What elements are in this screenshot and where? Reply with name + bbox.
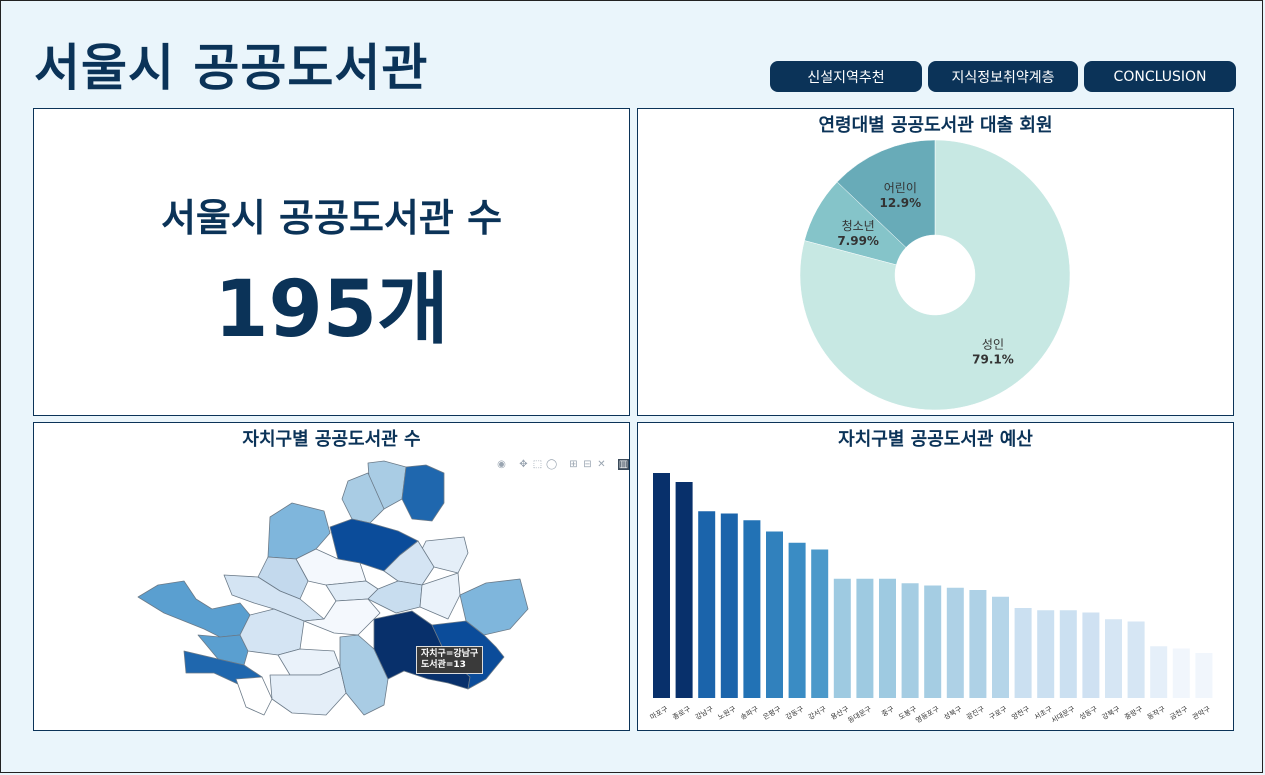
bar-11[interactable] <box>901 583 919 698</box>
bar-category-label-20: 강북구 <box>1100 704 1122 722</box>
conclusion-button[interactable]: CONCLUSION <box>1084 61 1236 92</box>
pie-percent-1: 7.99% <box>837 234 879 248</box>
bar-7[interactable] <box>811 549 829 699</box>
bar-category-label-7: 강서구 <box>806 704 828 722</box>
bar-category-label-3: 노원구 <box>716 704 738 722</box>
map-tooltip: 자치구=강남구 도서관=13 <box>416 646 484 674</box>
nav-bar: 신설지역추천 지식정보취약계층 CONCLUSION <box>770 61 1236 92</box>
bar-0[interactable] <box>653 473 670 698</box>
bar-4[interactable] <box>743 520 761 698</box>
bar-19[interactable] <box>1082 612 1100 699</box>
bar-category-label-6: 강동구 <box>784 704 806 722</box>
new-area-recommend-button[interactable]: 신설지역추천 <box>770 61 922 92</box>
bar-9[interactable] <box>856 578 874 698</box>
bar-17[interactable] <box>1037 610 1055 698</box>
bar-5[interactable] <box>766 531 783 699</box>
seoul-district-map[interactable] <box>34 423 629 730</box>
bar-category-label-23: 금천구 <box>1168 704 1190 722</box>
bar-chart[interactable]: 마포구 종로구 강남구 노원구 송파구 은평구 강동구 강서구 용산구동대문구 중구 도봉구영등포구… <box>638 423 1233 730</box>
pie-chart[interactable]: 성인79.1% 청소년7.99% 어린이12.9% <box>638 109 1233 415</box>
kpi-value: 195개 <box>214 265 449 355</box>
bar-category-label-22: 동작구 <box>1145 704 1167 722</box>
district-gwangjin <box>419 572 461 620</box>
bar-20[interactable] <box>1105 619 1122 698</box>
bar-15[interactable] <box>992 596 1009 698</box>
bar-category-label-14: 광진구 <box>965 704 987 722</box>
pie-label-1: 청소년 <box>842 219 875 233</box>
bar-category-label-0: 마포구 <box>648 704 670 722</box>
bar-category-label-15: 구로구 <box>988 705 1009 722</box>
bar-category-label-9: 동대문구 <box>847 705 874 725</box>
info-vulnerable-button[interactable]: 지식정보취약계층 <box>928 61 1078 92</box>
bar-3[interactable] <box>720 513 738 699</box>
bar-category-label-5: 은평구 <box>761 704 783 722</box>
bar-1[interactable] <box>675 482 693 698</box>
kpi-panel: 서울시 공공도서관 수 195개 <box>33 108 630 416</box>
bar-category-label-1: 종로구 <box>671 705 692 722</box>
bar-category-label-10: 중구 <box>880 705 896 719</box>
bar-12[interactable] <box>924 585 942 699</box>
bar-10[interactable] <box>879 578 896 698</box>
bar-13[interactable] <box>946 587 964 698</box>
pie-percent-2: 12.9% <box>879 196 921 210</box>
bar-category-label-4: 송파구 <box>739 704 761 722</box>
district-eunpyeong <box>267 502 331 560</box>
bar-category-label-18: 서대문구 <box>1049 704 1076 725</box>
bar-category-label-21: 중랑구 <box>1123 705 1144 722</box>
bar-category-label-2: 강남구 <box>693 704 715 722</box>
bar-23[interactable] <box>1172 648 1190 699</box>
bar-8[interactable] <box>833 578 851 698</box>
bar-21[interactable] <box>1127 621 1145 699</box>
pie-percent-0: 79.1% <box>972 352 1014 366</box>
bar-14[interactable] <box>969 590 987 698</box>
district-nowon <box>401 464 445 522</box>
kpi-label: 서울시 공공도서관 수 <box>160 196 503 240</box>
bar-16[interactable] <box>1014 608 1032 698</box>
pie-label-0: 성인 <box>982 337 1004 351</box>
tooltip-count: 도서관=13 <box>421 660 466 670</box>
bar-18[interactable] <box>1059 610 1077 698</box>
map-panel: 자치구별 공공도서관 수 ◉ ✥ ⬚ ◯ ⊞ ⊟ ✕ ▥ 자치구=강남구 도서관… <box>33 422 630 731</box>
pie-panel: 연령대별 공공도서관 대출 회원 성인 79.1% 청소년 7.99% 어린이 12.9% <box>637 108 1234 416</box>
district-geumcheon <box>235 676 273 716</box>
pie-label-2: 어린이 <box>884 181 917 195</box>
bar-category-label-24: 관악구 <box>1191 704 1213 722</box>
bar-category-label-16: 양천구 <box>1010 704 1032 722</box>
bar-category-label-12: 영등포구 <box>914 704 941 725</box>
bar-24[interactable] <box>1195 653 1213 698</box>
bar-category-label-19: 성동구 <box>1078 704 1100 722</box>
tooltip-district: 자치구=강남구 <box>421 649 479 659</box>
bar-2[interactable] <box>698 511 716 698</box>
page-title: 서울시 공공도서관 <box>34 39 429 97</box>
bar-6[interactable] <box>788 542 806 698</box>
bar-panel: 자치구별 공공도서관 예산 마포구 종로구 강남구 노원구 송파구 은평구 강동구 강서구 용산… <box>637 422 1234 731</box>
bar-22[interactable] <box>1150 646 1168 698</box>
bar-category-label-13: 성북구 <box>942 704 964 722</box>
